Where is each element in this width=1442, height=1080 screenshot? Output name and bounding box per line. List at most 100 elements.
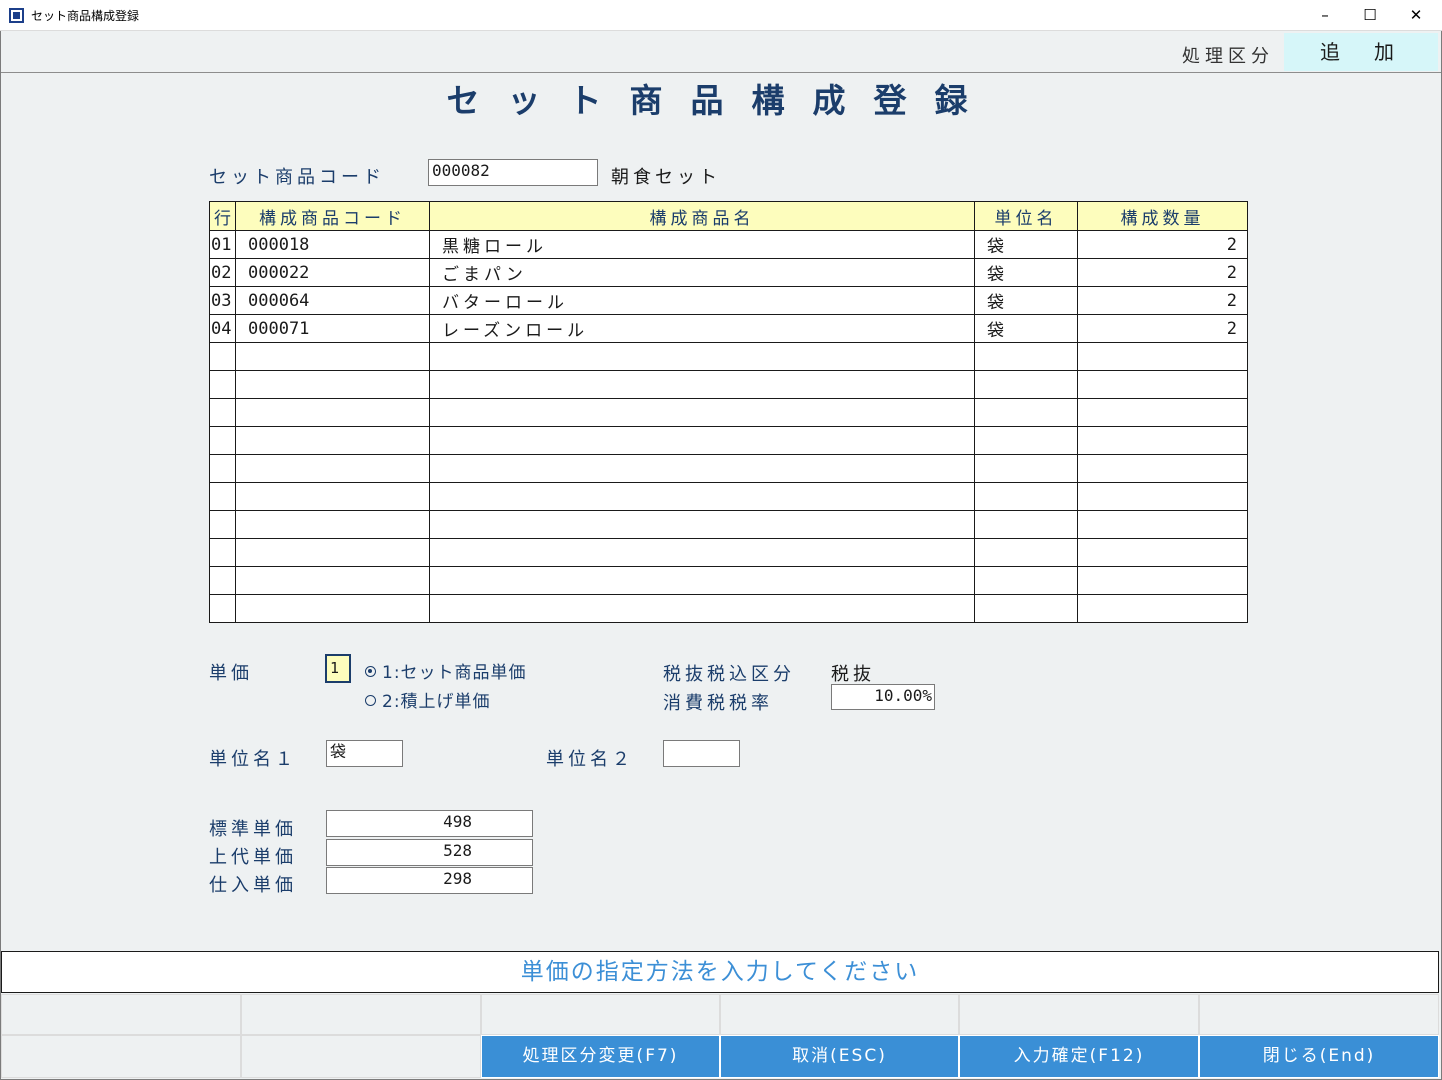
table-row[interactable]	[209, 594, 1248, 623]
radio-unselected-icon	[365, 695, 376, 706]
table-row[interactable]: 04 000071 レーズンロール 袋 2	[209, 314, 1248, 343]
app-icon	[9, 8, 24, 23]
table-row[interactable]	[209, 454, 1248, 483]
purchase-price-label: 仕入単価	[209, 875, 297, 896]
page-title: セット商品構成登録	[446, 81, 996, 120]
table-row[interactable]	[209, 482, 1248, 511]
component-code-cell[interactable]	[235, 566, 430, 595]
component-code-cell[interactable]: 000022	[235, 258, 430, 287]
component-code-cell[interactable]	[235, 426, 430, 455]
quantity-cell[interactable]	[1077, 566, 1248, 595]
confirm-input-button[interactable]: 入力確定(F12)	[959, 1035, 1199, 1078]
tax-rate-field: 10.00%	[831, 684, 935, 710]
window-title: セット商品構成登録	[31, 9, 140, 23]
row-number: 04	[209, 314, 236, 343]
unit-name-cell: 袋	[974, 314, 1078, 343]
set-product-code-input[interactable]: 000082	[428, 159, 598, 186]
component-code-cell[interactable]	[235, 510, 430, 539]
component-code-cell[interactable]: 000064	[235, 286, 430, 315]
table-row[interactable]	[209, 566, 1248, 595]
close-window-button[interactable]: 閉じる(End)	[1199, 1035, 1439, 1078]
component-code-cell[interactable]	[235, 342, 430, 371]
tax-type-value: 税抜	[831, 664, 875, 685]
set-product-code-label: セット商品コード	[209, 167, 385, 188]
header-unit-name: 単位名	[974, 201, 1078, 231]
radio-set-price-label: 1:セット商品単価	[382, 663, 527, 683]
table-row[interactable]: 03 000064 バターロール 袋 2	[209, 286, 1248, 315]
cancel-button[interactable]: 取消(ESC)	[720, 1035, 959, 1078]
radio-stacked-price-label: 2:積上げ単価	[382, 692, 491, 712]
maximize-button[interactable]: ☐	[1350, 4, 1390, 26]
header-divider	[1, 72, 1441, 73]
table-row[interactable]: 01 000018 黒糖ロール 袋 2	[209, 230, 1248, 259]
unit-name-cell: 袋	[974, 230, 1078, 259]
component-code-cell[interactable]	[235, 594, 430, 623]
quantity-cell[interactable]	[1077, 538, 1248, 567]
component-code-cell[interactable]	[235, 454, 430, 483]
component-name-cell: 黒糖ロール	[429, 230, 975, 259]
header-component-name: 構成商品名	[429, 201, 975, 231]
component-code-cell[interactable]: 000018	[235, 230, 430, 259]
fkey-slot-empty	[481, 994, 720, 1035]
unit-name2-label: 単位名２	[546, 749, 634, 770]
quantity-cell[interactable]	[1077, 342, 1248, 371]
unit-name-cell: 袋	[974, 286, 1078, 315]
table-row[interactable]	[209, 370, 1248, 399]
fkey-slot-empty	[1199, 994, 1439, 1035]
quantity-cell[interactable]	[1077, 594, 1248, 623]
standard-price-input[interactable]: 498	[326, 810, 533, 837]
quantity-cell[interactable]: 2	[1077, 230, 1248, 259]
component-name-cell: バターロール	[429, 286, 975, 315]
mode-label: 処理区分	[1182, 46, 1274, 67]
quantity-cell[interactable]: 2	[1077, 258, 1248, 287]
row-number: 03	[209, 286, 236, 315]
quantity-cell[interactable]	[1077, 398, 1248, 427]
tax-type-label: 税抜税込区分	[663, 664, 795, 685]
component-code-cell[interactable]	[235, 370, 430, 399]
table-row[interactable]	[209, 342, 1248, 371]
component-code-cell[interactable]	[235, 482, 430, 511]
set-product-name: 朝食セット	[611, 167, 721, 188]
standard-price-label: 標準単価	[209, 819, 297, 840]
header-component-code: 構成商品コード	[235, 201, 430, 231]
radio-set-price[interactable]: 1:セット商品単価	[365, 658, 527, 683]
component-code-cell[interactable]	[235, 398, 430, 427]
table-row[interactable]	[209, 398, 1248, 427]
fkey-slot-empty	[720, 994, 959, 1035]
close-button[interactable]: ✕	[1396, 4, 1436, 26]
fkey-slot-empty	[1, 1035, 241, 1078]
change-mode-button[interactable]: 処理区分変更(F7)	[481, 1035, 720, 1078]
row-number: 01	[209, 230, 236, 259]
quantity-cell[interactable]: 2	[1077, 286, 1248, 315]
radio-stacked-price[interactable]: 2:積上げ単価	[365, 687, 491, 712]
unit-price-method-input[interactable]: 1	[325, 654, 351, 683]
quantity-cell[interactable]	[1077, 454, 1248, 483]
mode-value: 追加	[1284, 33, 1438, 71]
header-row: 行	[209, 201, 236, 231]
purchase-price-input[interactable]: 298	[326, 867, 533, 894]
component-code-cell[interactable]: 000071	[235, 314, 430, 343]
table-row[interactable]	[209, 538, 1248, 567]
retail-price-label: 上代単価	[209, 847, 297, 868]
unit-name2-input[interactable]	[663, 740, 740, 767]
fkey-slot-empty	[1, 994, 241, 1035]
component-code-cell[interactable]	[235, 538, 430, 567]
minimize-button[interactable]: –	[1305, 4, 1345, 26]
unit-name1-label: 単位名１	[209, 749, 297, 770]
unit-name1-input[interactable]: 袋	[326, 740, 403, 767]
quantity-cell[interactable]	[1077, 482, 1248, 511]
quantity-cell[interactable]	[1077, 370, 1248, 399]
quantity-cell[interactable]	[1077, 426, 1248, 455]
table-row[interactable]	[209, 510, 1248, 539]
component-name-cell: ごまパン	[429, 258, 975, 287]
tax-rate-label: 消費税税率	[663, 693, 773, 714]
fkey-slot-empty	[959, 994, 1199, 1035]
component-grid: 行 構成商品コード 構成商品名 単位名 構成数量 01 000018 黒糖ロール…	[209, 201, 1248, 623]
unit-price-label: 単価	[209, 663, 253, 684]
quantity-cell[interactable]: 2	[1077, 314, 1248, 343]
component-name-cell: レーズンロール	[429, 314, 975, 343]
table-row[interactable]: 02 000022 ごまパン 袋 2	[209, 258, 1248, 287]
quantity-cell[interactable]	[1077, 510, 1248, 539]
table-row[interactable]	[209, 426, 1248, 455]
retail-price-input[interactable]: 528	[326, 839, 533, 866]
